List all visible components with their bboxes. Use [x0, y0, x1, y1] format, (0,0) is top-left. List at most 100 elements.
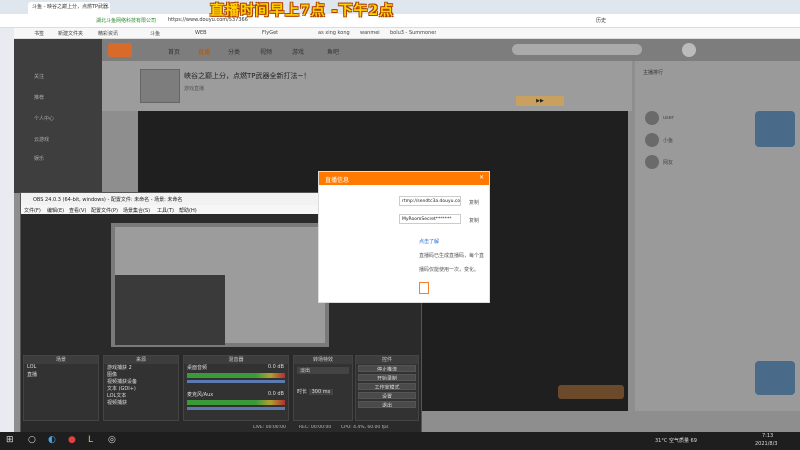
site-identity: 湖北斗鱼网络科技有限公司: [96, 18, 157, 24]
browser-tabbar: 斗鱼 - 映谷之巅上分，点燃TP武器...: [0, 0, 800, 14]
bookmark-item[interactable]: 斗鱼: [150, 30, 160, 37]
history-button[interactable]: 历史: [596, 17, 606, 24]
source-item[interactable]: 视频捕获: [104, 399, 178, 406]
bookmark-item[interactable]: 新建文件夹: [58, 30, 83, 37]
volume-meter: [187, 400, 285, 405]
nav-category[interactable]: 分类: [228, 47, 240, 56]
source-item[interactable]: LOL文本: [104, 392, 178, 399]
copy-button[interactable]: 复制: [469, 217, 479, 224]
chat-avatar: [645, 155, 659, 169]
nav-video[interactable]: 视频: [260, 47, 272, 56]
bookmark-item[interactable]: 精彩资讯: [98, 30, 118, 37]
chat-name: user: [663, 115, 674, 121]
side-item-cloudgame[interactable]: 云游戏: [34, 136, 49, 143]
search-input[interactable]: [512, 44, 642, 55]
settings-button[interactable]: 设置: [358, 392, 416, 399]
side-item-follow[interactable]: 关注: [34, 73, 44, 80]
chat-avatar: [645, 133, 659, 147]
side-item-profile[interactable]: 个人中心: [34, 115, 54, 122]
volume-slider[interactable]: [187, 407, 285, 410]
help-link[interactable]: 点击了解: [419, 238, 439, 245]
chat-name: 网友: [663, 160, 674, 166]
bookmarks-bar: 书签 新建文件夹 精彩资讯 斗鱼 WEB FlyGet as xing kong…: [0, 28, 800, 39]
source-item[interactable]: 视频捕获设备: [104, 378, 178, 385]
mixer-channel-name: 麦克风/Aux 0.0 dB: [187, 391, 284, 398]
bookmark-item[interactable]: as xing kong: [318, 30, 350, 36]
side-item-entertain[interactable]: 娱乐: [34, 155, 44, 162]
address-bar[interactable]: 湖北斗鱼网络科技有限公司 https://www.douyu.com/53736…: [0, 14, 800, 28]
live-timer: LIVE: 00:00:00: [253, 425, 286, 430]
gift-banner[interactable]: [558, 385, 624, 399]
rec-timer: REC: 00:00:00: [299, 425, 332, 430]
stream-info-dialog: 直播信息✕ rtmp://sendtc3a.douyu.com/live 复制 …: [318, 171, 490, 303]
bookmark-item[interactable]: FlyGet: [262, 30, 278, 36]
streamer-avatar[interactable]: [140, 69, 180, 103]
douyu-logo[interactable]: [108, 43, 132, 57]
source-item[interactable]: 图像: [104, 371, 178, 378]
start-recording-button[interactable]: 开始录制: [358, 374, 416, 381]
windows-start-icon[interactable]: ⊞: [6, 435, 14, 445]
stream-key-field[interactable]: MyRoomSecret*******: [399, 214, 461, 224]
bookmark-item[interactable]: bolu3 - Summoner: [390, 30, 436, 36]
room-title: 峡谷之巅上分，点燃TP武器全新打法~！: [184, 72, 311, 80]
scene-item[interactable]: 直播: [24, 371, 98, 378]
obs-preview[interactable]: [111, 223, 329, 347]
menu-tools[interactable]: 工具(T): [157, 207, 174, 214]
avatar[interactable]: [682, 43, 696, 57]
studio-mode-button[interactable]: 工作室模式: [358, 383, 416, 390]
dock-title: 场景: [24, 356, 98, 364]
volume-meter: [187, 373, 285, 378]
stop-streaming-button[interactable]: 停止推流: [358, 365, 416, 372]
rtmp-url-field[interactable]: rtmp://sendtc3a.douyu.com/live: [399, 196, 461, 206]
dock-title: 混音器: [184, 356, 288, 364]
clock-time[interactable]: 7:13: [762, 433, 773, 439]
event-badge[interactable]: [755, 111, 795, 147]
browser-tab[interactable]: 斗鱼 - 映谷之巅上分，点燃TP武器...: [28, 2, 110, 14]
transition-select[interactable]: 淡出: [297, 367, 349, 374]
app-icon[interactable]: ●: [68, 435, 76, 445]
weather-readout[interactable]: 31°C 空气质量 69: [655, 437, 697, 444]
bookmark-item[interactable]: WEB: [195, 30, 207, 36]
chat-avatar: [645, 111, 659, 125]
copy-button[interactable]: 复制: [469, 199, 479, 206]
douyu-sidenav: 关注 推荐 个人中心 云游戏 娱乐: [14, 39, 102, 193]
bookmark-item[interactable]: 书签: [34, 30, 44, 37]
nav-live[interactable]: 直播: [198, 47, 210, 56]
menu-edit[interactable]: 编辑(E): [47, 207, 64, 214]
source-item[interactable]: 游戏捕获 2: [104, 364, 178, 371]
nav-home[interactable]: 首页: [168, 47, 180, 56]
menu-file[interactable]: 文件(F): [24, 207, 41, 214]
menu-profile[interactable]: 配置文件(P): [91, 207, 118, 214]
duration-input[interactable]: 300 ms: [308, 389, 334, 395]
close-icon[interactable]: ✕: [479, 174, 484, 181]
mixer-dock: 混音器 桌面音频 0.0 dB 麦克风/Aux 0.0 dB: [183, 355, 289, 421]
obs-icon[interactable]: ◎: [108, 435, 116, 445]
rank-button[interactable]: ▶▶: [516, 96, 564, 106]
bookmark-item[interactable]: wanmei: [360, 30, 380, 36]
preview-nested: [115, 275, 225, 345]
app-icon[interactable]: L: [88, 435, 93, 445]
source-item[interactable]: 文本 (GDI+): [104, 385, 178, 392]
dialog-title: 直播信息 ✕: [319, 172, 489, 185]
dialog-note: 播码仅能使用一次，变化。: [419, 267, 480, 273]
mixer-channel-name: 桌面音频 0.0 dB: [187, 364, 284, 371]
menu-help[interactable]: 帮助(H): [179, 207, 197, 214]
nav-yuba[interactable]: 鱼吧: [327, 47, 339, 56]
chat-panel: 主播排行 user 小鱼 网友: [635, 61, 800, 411]
chat-tab[interactable]: 主播排行: [643, 69, 663, 76]
edge-icon[interactable]: ◐: [48, 435, 56, 445]
event-badge[interactable]: [755, 361, 795, 395]
menu-scene-collection[interactable]: 场景集合(S): [123, 207, 150, 214]
scene-item[interactable]: LOL: [24, 364, 98, 371]
duration-label: 时长: [297, 389, 308, 395]
stream-schedule-banner: 直播时间早上7点 -下午2点: [210, 3, 395, 19]
menu-view[interactable]: 查看(V): [69, 207, 86, 214]
dialog-button[interactable]: [419, 282, 429, 294]
side-item-recommend[interactable]: 推荐: [34, 94, 44, 101]
nav-game[interactable]: 游戏: [292, 47, 304, 56]
search-icon[interactable]: ○: [28, 435, 36, 445]
volume-slider[interactable]: [187, 380, 285, 383]
clock-date[interactable]: 2021/8/3: [755, 441, 777, 447]
dialog-note: 直播码已生成直播码，每个直: [419, 253, 485, 259]
exit-button[interactable]: 退出: [358, 401, 416, 408]
